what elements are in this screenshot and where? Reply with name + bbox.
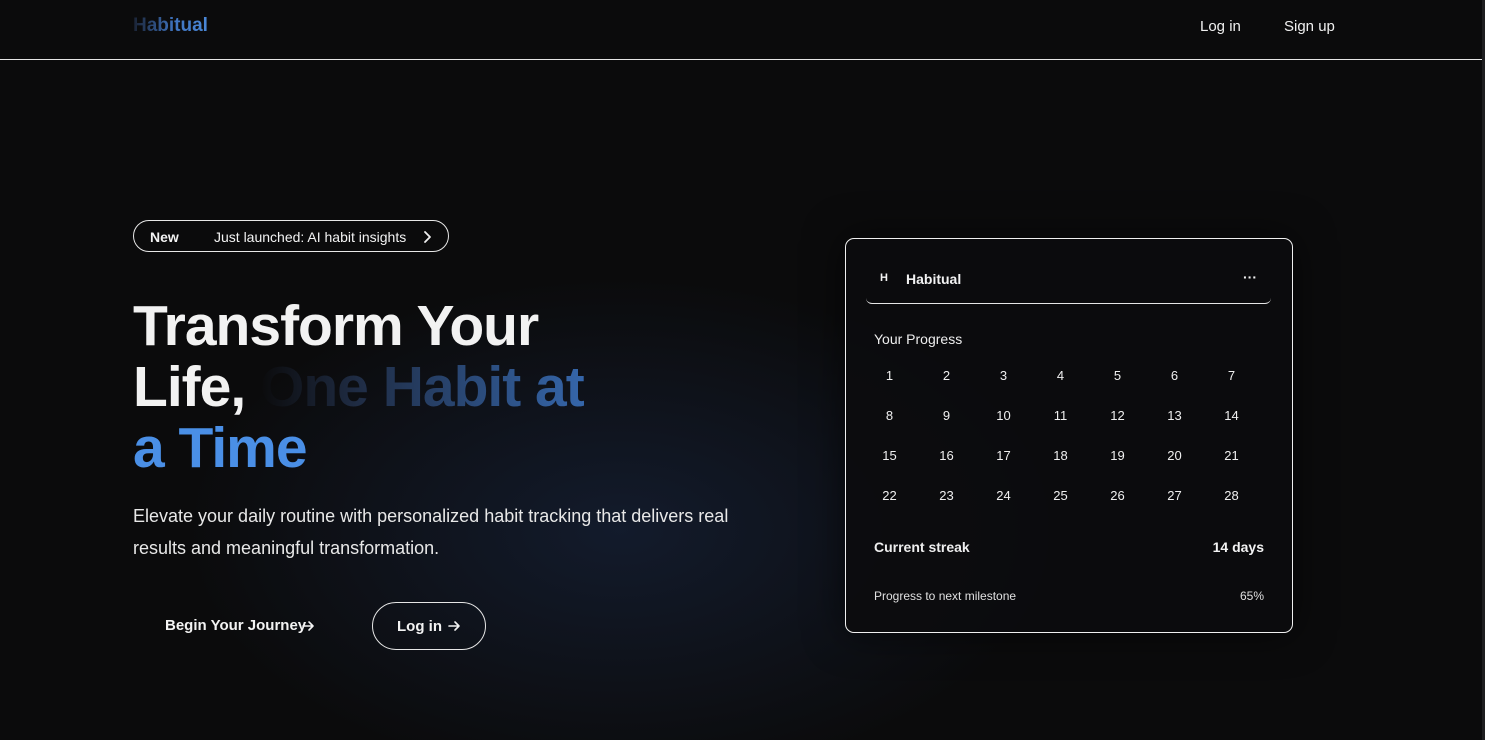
nav-signup-link[interactable]: Sign up: [1284, 18, 1335, 35]
calendar-day[interactable]: 22: [861, 479, 918, 519]
calendar-day[interactable]: 1: [861, 359, 918, 399]
calendar-day[interactable]: 8: [861, 399, 918, 439]
badge-new-tag: New: [150, 229, 179, 245]
calendar-day[interactable]: 2: [918, 359, 975, 399]
card-title: Habitual: [906, 271, 962, 287]
headline-line-1: Transform Your: [133, 294, 539, 358]
headline-line-3: a Time: [133, 416, 308, 480]
announcement-badge[interactable]: New Just launched: AI habit insights: [133, 220, 449, 252]
calendar-day[interactable]: 19: [1089, 439, 1146, 479]
calendar-day[interactable]: 5: [1089, 359, 1146, 399]
hero-login-label: Log in: [397, 618, 442, 635]
calendar-day[interactable]: 3: [975, 359, 1032, 399]
begin-journey-label: Begin Your Journey: [165, 617, 307, 634]
nav-login-link[interactable]: Log in: [1200, 18, 1241, 35]
progress-card: H Habitual ··· Your Progress 1 2 3 4 5 6 7 8 9 10…: [845, 238, 1293, 633]
chevron-right-icon: [424, 231, 431, 243]
calendar-day[interactable]: 27: [1146, 479, 1203, 519]
calendar-day[interactable]: 20: [1146, 439, 1203, 479]
milestone-value: 65%: [1239, 589, 1264, 603]
headline-gradient-text: One Habit at: [260, 355, 585, 419]
streak-label: Current streak: [874, 539, 970, 555]
calendar-day[interactable]: 9: [918, 399, 975, 439]
brand-logo[interactable]: Habitual: [133, 15, 208, 37]
calendar-day[interactable]: 14: [1203, 399, 1260, 439]
arrow-right-icon: [302, 621, 314, 631]
milestone-label: Progress to next milestone: [874, 589, 1017, 603]
calendar-day[interactable]: 13: [1146, 399, 1203, 439]
calendar-day[interactable]: 15: [861, 439, 918, 479]
hero-headline: Transform Your Life, One Habit at a Time: [133, 296, 773, 479]
calendar-day[interactable]: 21: [1203, 439, 1260, 479]
calendar-day[interactable]: 23: [918, 479, 975, 519]
calendar-day[interactable]: 24: [975, 479, 1032, 519]
headline-line-2-start: Life,: [133, 355, 261, 419]
more-options-icon[interactable]: ···: [1243, 269, 1257, 285]
calendar-day[interactable]: 10: [975, 399, 1032, 439]
top-navbar: Habitual Log in Sign up: [0, 0, 1482, 60]
calendar-day[interactable]: 12: [1089, 399, 1146, 439]
headline-line-2: Life, One Habit at: [133, 357, 773, 418]
hero-login-button[interactable]: Log in: [372, 602, 486, 650]
calendar-day[interactable]: 17: [975, 439, 1032, 479]
calendar-grid: 1 2 3 4 5 6 7 8 9 10 11 12 13 14 15 16 17 18 19 20 21 22 23 24 2…: [861, 359, 1260, 519]
calendar-day[interactable]: 18: [1032, 439, 1089, 479]
hero-subtext: Elevate your daily routine with personal…: [133, 506, 729, 558]
calendar-day[interactable]: 6: [1146, 359, 1203, 399]
calendar-day[interactable]: 11: [1032, 399, 1089, 439]
card-avatar: H: [880, 272, 888, 284]
arrow-right-icon: [448, 621, 460, 631]
streak-value: 14 days: [1212, 539, 1264, 555]
calendar-day[interactable]: 4: [1032, 359, 1089, 399]
begin-journey-button[interactable]: Begin Your Journey: [133, 602, 348, 650]
calendar-day[interactable]: 16: [918, 439, 975, 479]
calendar-day[interactable]: 26: [1089, 479, 1146, 519]
card-header: H Habitual ···: [866, 259, 1271, 304]
calendar-day[interactable]: 7: [1203, 359, 1260, 399]
badge-text: Just launched: AI habit insights: [214, 229, 407, 245]
calendar-day[interactable]: 28: [1203, 479, 1260, 519]
calendar-day[interactable]: 25: [1032, 479, 1089, 519]
progress-label: Your Progress: [874, 331, 963, 347]
